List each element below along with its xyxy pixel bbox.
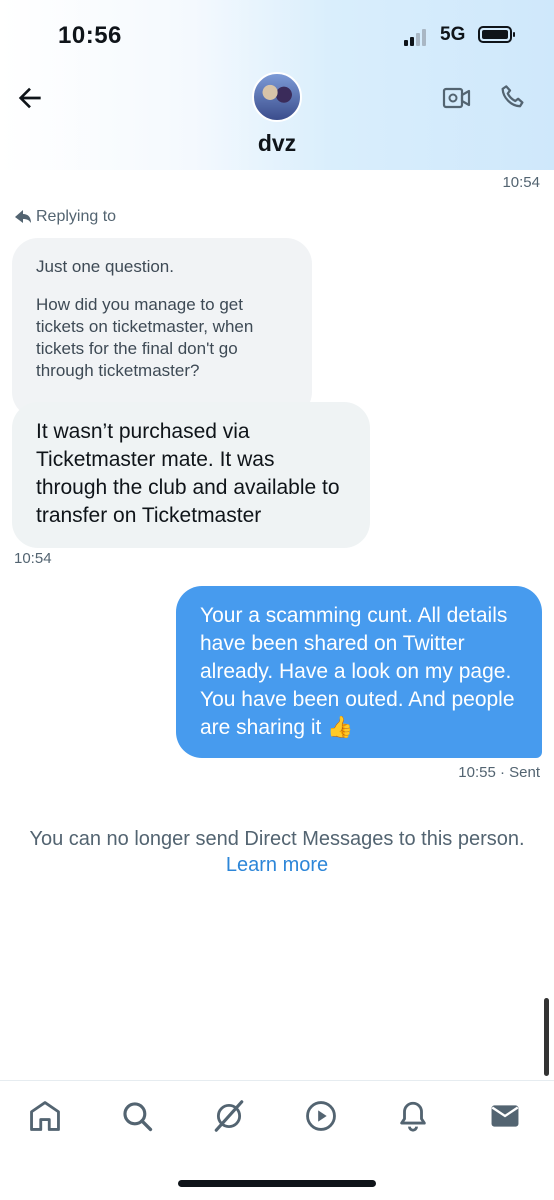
video-call-icon[interactable] bbox=[442, 84, 472, 112]
learn-more-link[interactable]: Learn more bbox=[0, 852, 554, 878]
play-icon[interactable] bbox=[304, 1099, 338, 1133]
quoted-line-1: Just one question. bbox=[36, 257, 174, 276]
home-indicator bbox=[178, 1180, 376, 1187]
mail-icon[interactable] bbox=[488, 1099, 522, 1133]
phone-icon[interactable] bbox=[498, 82, 528, 112]
dm-closed-notice: You can no longer send Direct Messages t… bbox=[29, 828, 525, 850]
received-message-text: It wasn’t purchased via Ticketmaster mat… bbox=[36, 420, 340, 527]
bell-icon[interactable] bbox=[396, 1099, 430, 1133]
replying-indicator: Replying to bbox=[14, 208, 116, 226]
scrollbar[interactable] bbox=[544, 998, 549, 1076]
sent-message-bubble[interactable]: Your a scamming cunt. All details have b… bbox=[176, 586, 542, 758]
received-timestamp: 10:54 bbox=[14, 550, 52, 567]
sent-message-text: Your a scamming cunt. All details have b… bbox=[200, 604, 515, 739]
sent-timestamp: 10:55 · Sent bbox=[458, 764, 540, 781]
reply-arrow-icon bbox=[15, 210, 31, 223]
conversation-name[interactable]: dvz bbox=[0, 130, 554, 157]
quoted-message[interactable]: Just one question. How did you manage to… bbox=[12, 238, 312, 418]
signal-icon bbox=[404, 28, 432, 46]
back-arrow-icon[interactable] bbox=[14, 82, 46, 114]
quoted-line-2: How did you manage to get tickets on tic… bbox=[36, 295, 254, 380]
battery-icon bbox=[478, 26, 515, 43]
grok-icon[interactable] bbox=[212, 1099, 246, 1133]
avatar[interactable] bbox=[252, 72, 302, 122]
replying-label: Replying to bbox=[36, 208, 117, 225]
status-time: 10:56 bbox=[58, 22, 122, 49]
received-message-bubble[interactable]: It wasn’t purchased via Ticketmaster mat… bbox=[12, 402, 370, 548]
network-label: 5G bbox=[440, 24, 466, 45]
search-icon[interactable] bbox=[120, 1099, 154, 1133]
message-timestamp: 10:54 bbox=[502, 174, 540, 191]
home-icon[interactable] bbox=[28, 1099, 62, 1133]
